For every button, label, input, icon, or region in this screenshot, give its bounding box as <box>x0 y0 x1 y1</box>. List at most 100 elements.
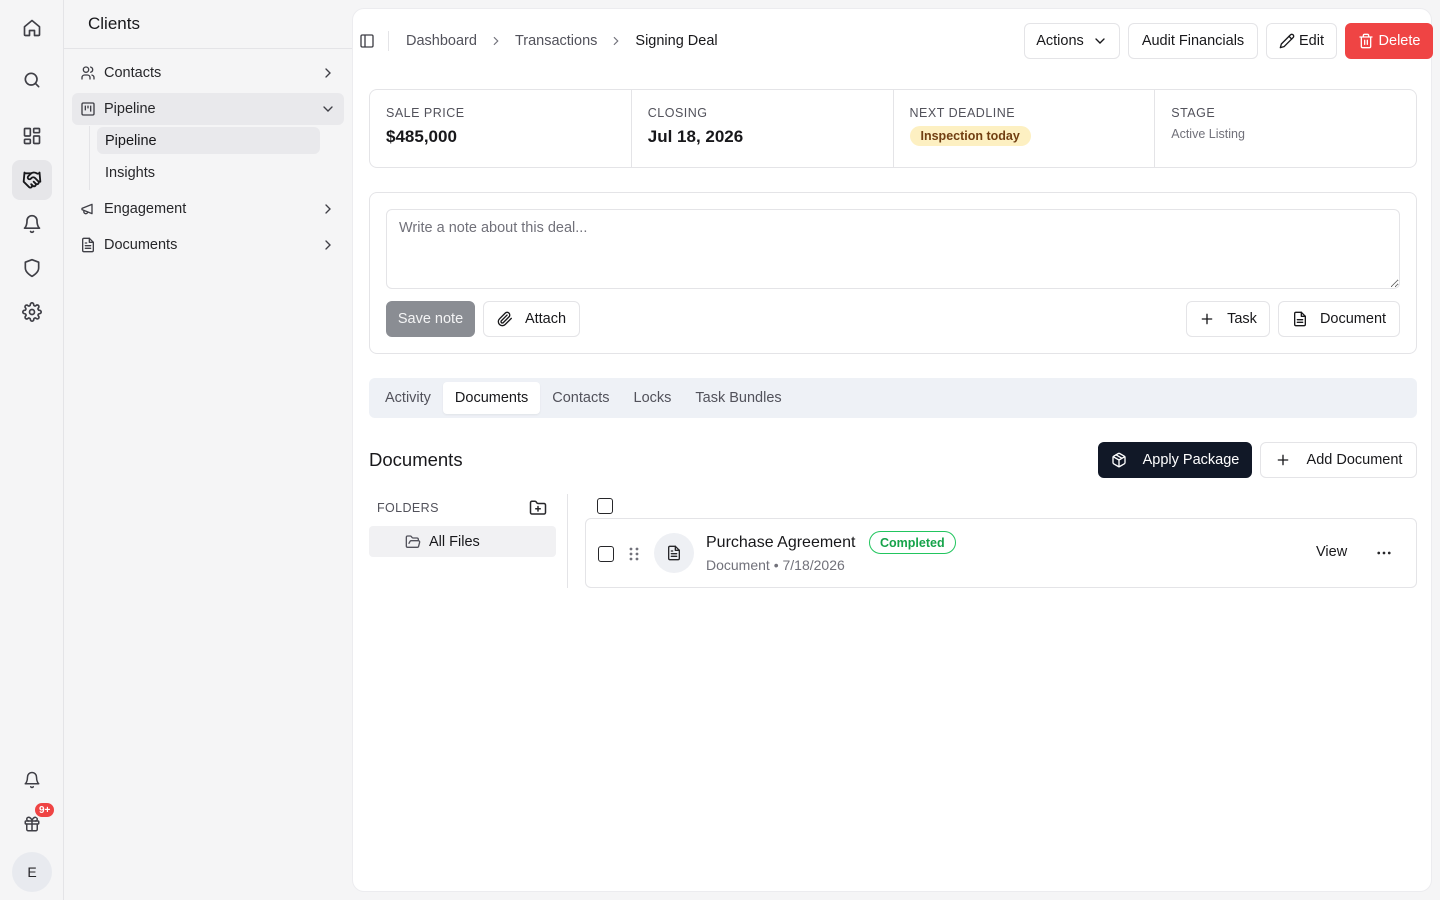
stat-label: Stage <box>1171 106 1216 120</box>
folder-open-icon <box>405 535 421 548</box>
chevron-right-icon <box>325 204 331 214</box>
add-task-button[interactable]: Task <box>1186 301 1270 337</box>
deal-stats: Sale Price $485,000 Closing Jul 18, 2026… <box>369 89 1417 168</box>
sidebar-subitem-pipeline[interactable]: Pipeline <box>97 127 320 154</box>
dashboard-grid-icon[interactable] <box>12 116 52 156</box>
view-document-button[interactable]: View <box>1316 544 1347 560</box>
document-row[interactable]: Purchase Agreement Completed Document • … <box>585 518 1417 588</box>
sale-price-value: $485,000 <box>386 127 457 146</box>
topbar-divider <box>388 31 389 51</box>
submenu-guide-line <box>89 126 90 190</box>
edit-button[interactable]: Edit <box>1266 23 1337 59</box>
breadcrumb: Dashboard Transactions Signing Deal <box>406 31 718 51</box>
more-horizontal-icon[interactable] <box>1375 544 1393 562</box>
sidebar-title: Clients <box>88 14 140 33</box>
chevron-right-icon <box>325 240 331 250</box>
stat-label: Closing <box>647 106 708 120</box>
sidebar-divider <box>64 48 352 49</box>
handshake-icon[interactable] <box>12 160 52 200</box>
sidebar-subitem-insights[interactable]: Insights <box>97 159 320 186</box>
sidebar-item-label: Pipeline <box>104 101 156 117</box>
file-icon <box>1293 311 1306 327</box>
trash-icon <box>1358 33 1373 49</box>
edit-label: Edit <box>1299 33 1324 49</box>
attach-label: Attach <box>524 311 567 327</box>
note-input[interactable] <box>386 209 1400 289</box>
stage-value: Active Listing <box>1171 127 1245 141</box>
actions-dropdown-button[interactable]: Actions <box>1024 23 1120 59</box>
pencil-icon <box>1279 33 1295 49</box>
audit-financials-button[interactable]: Audit Financials <box>1128 23 1258 59</box>
plus-icon <box>1277 454 1288 466</box>
breadcrumb-current: Signing Deal <box>635 33 718 49</box>
document-meta: Document • 7/18/2026 <box>706 557 845 573</box>
folders-divider <box>567 494 568 588</box>
tab-locks[interactable]: Locks <box>622 382 684 414</box>
row-checkbox[interactable] <box>598 546 614 562</box>
apply-package-button[interactable]: Apply Package <box>1098 442 1252 478</box>
stat-closing: Closing Jul 18, 2026 <box>632 90 894 167</box>
clients-sidebar: Clients Contacts Pipeline Pipeline Insig… <box>64 0 352 900</box>
save-note-button[interactable]: Save note <box>386 301 475 337</box>
deal-tabs: Activity Documents Contacts Locks Task B… <box>369 378 1417 418</box>
status-badge: Completed <box>869 531 956 554</box>
home-icon[interactable] <box>12 8 52 48</box>
document-label: Document <box>1319 311 1387 327</box>
user-avatar[interactable]: E <box>12 852 52 892</box>
documents-section-title: Documents <box>369 449 463 470</box>
attach-button[interactable]: Attach <box>483 301 580 337</box>
chevron-right-icon <box>493 36 499 46</box>
sidebar-item-engagement[interactable]: Engagement <box>72 193 344 225</box>
tab-contacts[interactable]: Contacts <box>540 382 621 414</box>
folder-plus-icon[interactable] <box>529 499 547 517</box>
sidebar-item-label: Documents <box>104 237 178 253</box>
add-document-note-button[interactable]: Document <box>1278 301 1400 337</box>
select-all-checkbox[interactable] <box>597 498 613 514</box>
search-icon[interactable] <box>12 60 52 100</box>
file-text-icon <box>82 237 94 253</box>
add-document-label: Add Document <box>1306 452 1403 468</box>
sidebar-item-contacts[interactable]: Contacts <box>72 57 344 89</box>
stat-stage: Stage Active Listing <box>1155 90 1416 167</box>
tab-task-bundles[interactable]: Task Bundles <box>683 382 793 414</box>
package-icon <box>1111 452 1126 468</box>
sidebar-toggle-icon[interactable] <box>359 33 375 49</box>
folders-heading: FOLDERS <box>377 501 439 515</box>
bell-icon[interactable] <box>12 204 52 244</box>
add-document-button[interactable]: Add Document <box>1260 442 1417 478</box>
plus-icon <box>1201 313 1213 325</box>
task-label: Task <box>1227 311 1257 327</box>
stat-sale-price: Sale Price $485,000 <box>370 90 632 167</box>
shield-icon[interactable] <box>12 248 52 288</box>
actions-label: Actions <box>1036 33 1084 49</box>
closing-date-value: Jul 18, 2026 <box>647 127 744 146</box>
tab-documents[interactable]: Documents <box>442 382 541 414</box>
document-name[interactable]: Purchase Agreement <box>706 534 855 552</box>
kanban-icon <box>81 102 95 116</box>
stat-label: Sale Price <box>386 106 465 120</box>
chevron-down-icon <box>1095 38 1105 44</box>
gift-count-badge: 9+ <box>33 801 57 819</box>
chevron-right-icon <box>614 36 619 46</box>
megaphone-icon <box>81 203 93 215</box>
paperclip-icon <box>497 311 512 327</box>
delete-button[interactable]: Delete <box>1345 23 1433 59</box>
sidebar-item-label: Engagement <box>104 201 187 217</box>
notifications-bell-icon[interactable] <box>12 760 52 800</box>
sidebar-item-documents[interactable]: Documents <box>72 229 344 261</box>
breadcrumb-transactions[interactable]: Transactions <box>515 33 597 49</box>
tab-activity[interactable]: Activity <box>373 382 443 414</box>
icon-rail: 9+ E <box>0 0 64 900</box>
drag-handle-icon[interactable] <box>628 546 640 562</box>
folder-all-files[interactable]: All Files <box>369 526 556 557</box>
audit-label: Audit Financials <box>1141 33 1245 49</box>
sidebar-item-pipeline[interactable]: Pipeline <box>72 93 344 125</box>
breadcrumb-dashboard[interactable]: Dashboard <box>406 33 477 49</box>
settings-gear-icon[interactable] <box>12 292 52 332</box>
deadline-badge: Inspection today <box>909 126 1031 146</box>
folder-label: All Files <box>429 533 480 550</box>
note-composer: Save note Attach Task Document <box>369 192 1417 354</box>
apply-package-label: Apply Package <box>1142 452 1240 468</box>
chevron-down-icon <box>323 106 333 112</box>
stat-next-deadline: Next Deadline Inspection today <box>894 90 1156 167</box>
